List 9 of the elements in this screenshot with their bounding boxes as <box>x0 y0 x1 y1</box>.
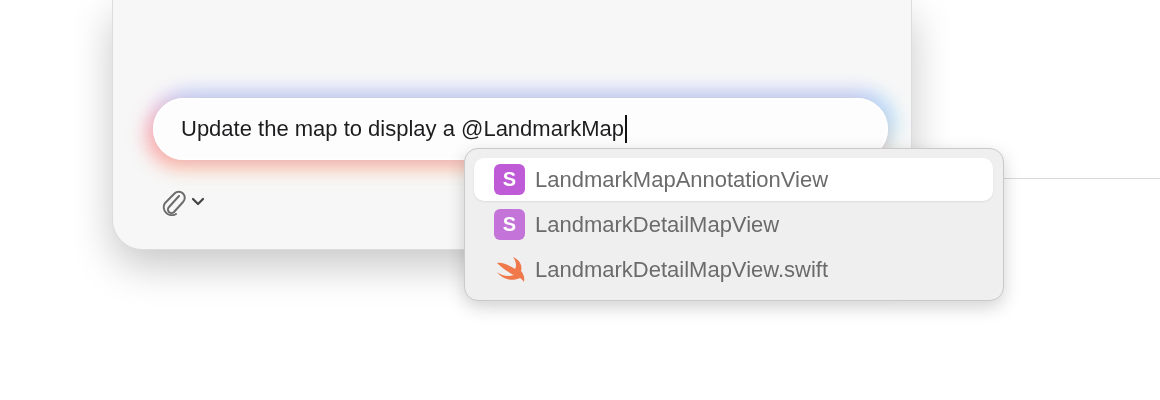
suggestion-item[interactable]: S LandmarkMapAnnotationView <box>474 158 993 201</box>
text-caret <box>625 115 628 143</box>
chevron-down-icon[interactable] <box>191 197 205 207</box>
paperclip-icon[interactable] <box>161 188 187 216</box>
swift-bird-icon <box>494 256 525 283</box>
suggestion-item[interactable]: LandmarkDetailMapView.swift <box>474 248 993 291</box>
struct-badge: S <box>494 164 525 195</box>
suggestion-item[interactable]: S LandmarkDetailMapView <box>474 203 993 246</box>
struct-badge: S <box>494 209 525 240</box>
